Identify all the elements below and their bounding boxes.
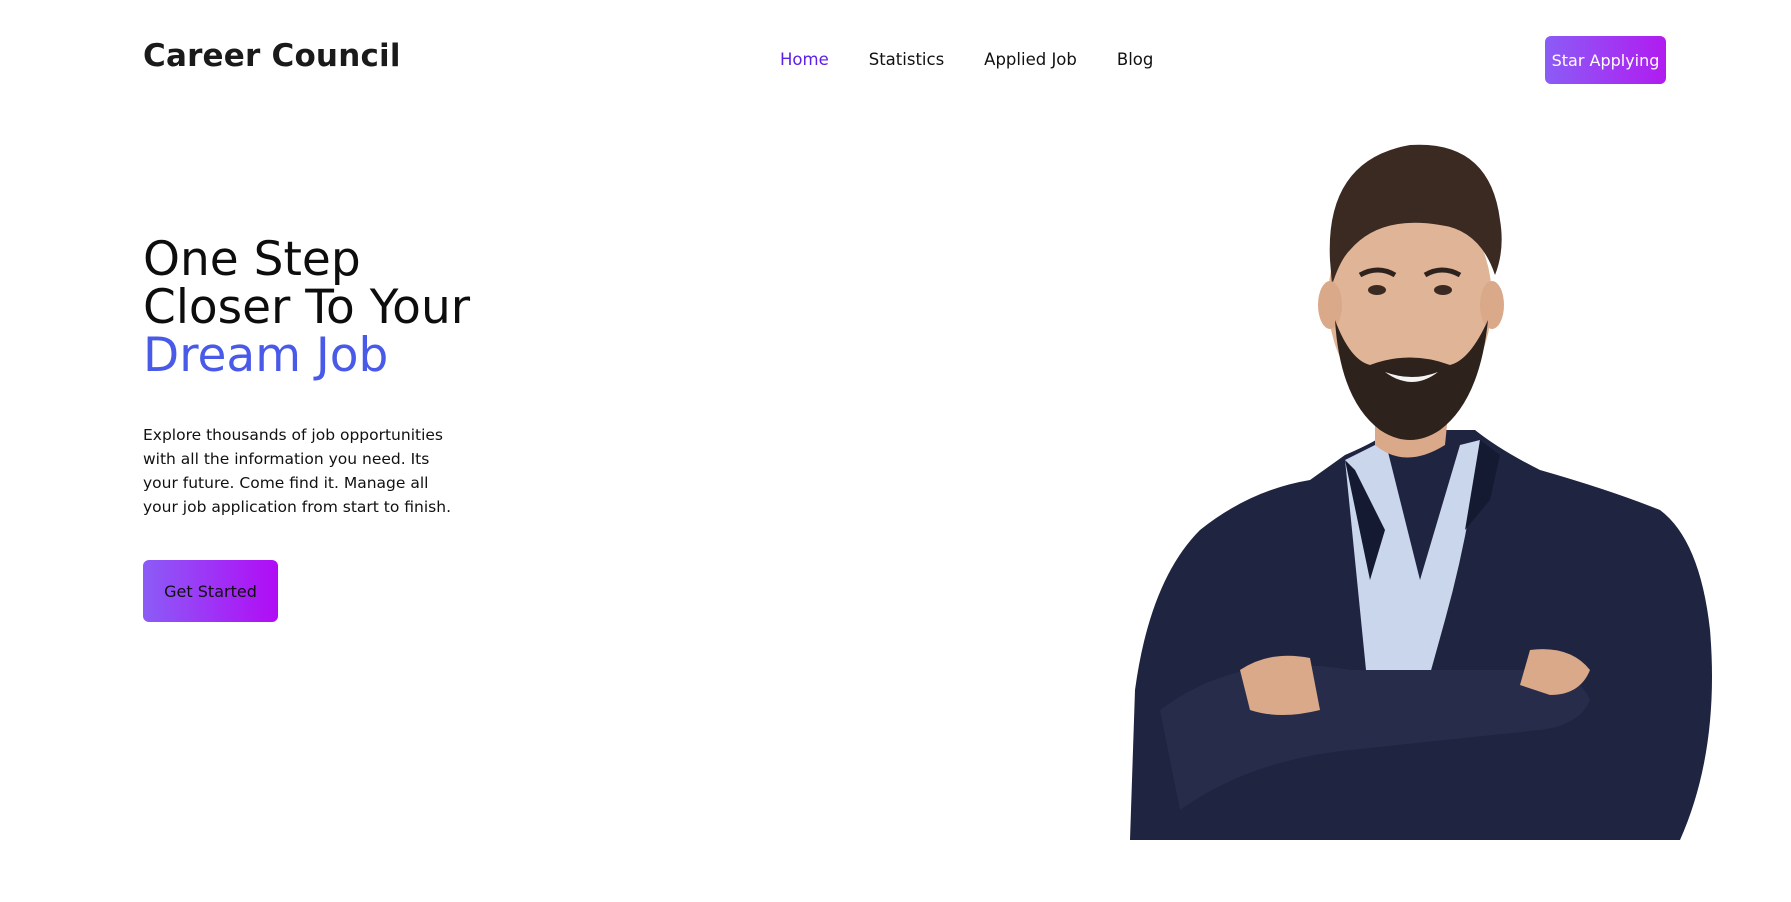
brand-logo[interactable]: Career Council xyxy=(143,38,401,74)
main-nav: Home Statistics Applied Job Blog xyxy=(780,50,1153,69)
nav-home[interactable]: Home xyxy=(780,50,829,69)
hero-title-line-1: One Step xyxy=(143,232,361,287)
hero-person-image xyxy=(1130,144,1712,840)
get-started-button[interactable]: Get Started xyxy=(143,560,278,622)
start-applying-button[interactable]: Star Applying xyxy=(1545,36,1666,84)
nav-blog[interactable]: Blog xyxy=(1117,50,1153,69)
nav-statistics[interactable]: Statistics xyxy=(869,50,944,69)
landing-page: Career Council Home Statistics Applied J… xyxy=(0,0,1791,902)
hero-title: One Step Closer To Your Dream Job xyxy=(143,236,470,380)
hero-description: Explore thousands of job opportunities w… xyxy=(143,426,451,516)
hero-title-line-2: Closer To Your xyxy=(143,280,471,335)
nav-applied-job[interactable]: Applied Job xyxy=(984,50,1077,69)
hero-title-accent: Dream Job xyxy=(143,328,389,383)
